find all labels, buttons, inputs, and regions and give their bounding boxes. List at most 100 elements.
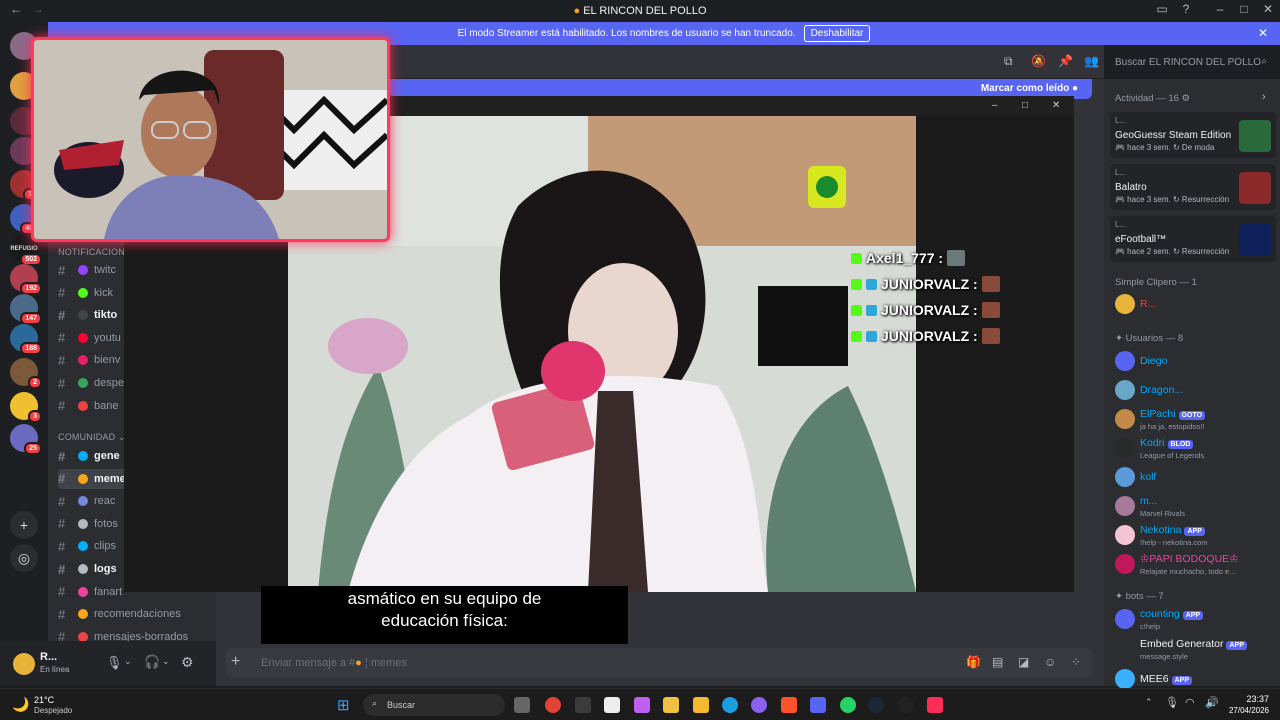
close-window-icon[interactable]: ✕	[1256, 2, 1280, 16]
activity-card[interactable]: L... GeoGuessr Steam Edition 🎮 hace 3 sem.…	[1110, 112, 1276, 158]
threads-icon[interactable]: ⧉	[1004, 54, 1013, 69]
member-tag: APP	[1182, 611, 1204, 620]
windows-start-icon[interactable]: ⊞	[337, 696, 350, 714]
edge-icon[interactable]	[722, 697, 738, 713]
user-avatar[interactable]	[13, 653, 35, 675]
channel-label: fanart	[94, 585, 123, 598]
member-item[interactable]: Embed Generator APP message.style	[1115, 637, 1277, 661]
member-item[interactable]: Kodri BLOD League of Legends	[1115, 436, 1277, 460]
member-name-text: Kodri	[1140, 437, 1165, 449]
member-item[interactable]: Dragon...	[1115, 378, 1277, 402]
video-minimize-icon[interactable]: –	[992, 100, 998, 111]
group-header-clipero: Simple Clipero — 1	[1115, 277, 1197, 288]
hash-icon: #	[58, 307, 66, 323]
avatar	[1115, 467, 1135, 487]
binance-icon[interactable]	[693, 697, 709, 713]
discord-icon[interactable]	[810, 697, 826, 713]
task-view-icon[interactable]	[514, 697, 530, 713]
file-explorer-icon[interactable]	[663, 697, 679, 713]
add-server-button[interactable]: +	[10, 511, 38, 539]
microphone-icon[interactable]: 🎙	[106, 655, 123, 671]
search-input[interactable]: Buscar EL RINCON DEL POLLO ⌕	[1108, 52, 1274, 74]
gif-icon[interactable]: ▤	[992, 655, 1003, 669]
video-maximize-icon[interactable]: □	[1022, 100, 1028, 111]
hash-icon: #	[58, 493, 66, 509]
gift-icon[interactable]: 🎁	[966, 655, 981, 669]
notes-icon[interactable]	[604, 697, 620, 713]
server-icon[interactable]: 2	[10, 358, 42, 389]
emote-icon	[981, 302, 1000, 318]
whatsapp-icon[interactable]	[840, 697, 856, 713]
mention-badge: 3	[28, 410, 42, 423]
member-name: counting APP	[1140, 608, 1204, 620]
app-icon[interactable]	[575, 697, 591, 713]
member-item[interactable]: ♔PAPI BODOQUE♔ Relajate muchacho, todo e.…	[1115, 552, 1277, 576]
settings-gear-icon[interactable]: ⚙	[181, 654, 194, 671]
browser-icon[interactable]	[751, 697, 767, 713]
steam-icon[interactable]	[868, 697, 884, 713]
member-item[interactable]: m... Marvel Rivals	[1115, 494, 1277, 518]
banner-close-icon[interactable]: ✕	[1258, 26, 1268, 40]
brave-icon[interactable]	[781, 697, 797, 713]
settings-small-icon[interactable]: ⚙	[1182, 93, 1191, 104]
server-icon[interactable]: 3	[10, 392, 42, 423]
message-composer[interactable]: + Enviar mensaje a #● ¦ memes 🎁 ▤ ◪ ☺ ⁘	[226, 648, 1092, 678]
taskbar-search[interactable]: ⌕ Buscar	[363, 694, 505, 716]
activity-meta: 🎮 hace 2 sem. ↻ Resurrección	[1115, 247, 1230, 256]
attach-plus-icon[interactable]: +	[231, 653, 240, 671]
member-name-text: kolf	[1140, 471, 1157, 483]
sticker-icon[interactable]: ◪	[1018, 655, 1029, 669]
headphones-icon[interactable]: 🎧	[144, 654, 160, 670]
star-icon: ✦	[1115, 333, 1123, 344]
member-status: ja ha ja, estupidos!!	[1140, 422, 1205, 431]
server-icon[interactable]: 25	[10, 424, 42, 455]
member-item[interactable]: R...	[1115, 292, 1277, 316]
activity-card[interactable]: L... eFootball™ 🎮 hace 2 sem. ↻ Resurrecci…	[1110, 216, 1276, 262]
category-comunidad[interactable]: COMUNIDAD ⌄	[58, 432, 126, 443]
group-header-usuarios: ✦ Usuarios — 8	[1115, 333, 1183, 344]
member-item[interactable]: ElPachi GOTO ja ha ja, estupidos!!	[1115, 407, 1277, 431]
member-item[interactable]: Nekotina APP !help - nekotina.com	[1115, 523, 1277, 547]
apps-icon[interactable]: ⁘	[1071, 655, 1081, 669]
overlay-chat-user: Axel1_777 :	[866, 250, 944, 266]
tray-mic-icon[interactable]: 🎙	[1165, 696, 1179, 709]
member-item[interactable]: Diego	[1115, 349, 1277, 373]
channel-item-recomendaciones[interactable]: # recomendaciones	[58, 604, 208, 624]
member-item[interactable]: counting APP c!help	[1115, 607, 1277, 631]
member-name: ♔PAPI BODOQUE♔	[1140, 553, 1239, 565]
mention-badge: 2	[28, 376, 42, 389]
activity-card[interactable]: L... Balatro 🎮 hace 3 sem. ↻ Resurrección	[1110, 164, 1276, 210]
member-item[interactable]: kolf	[1115, 465, 1277, 489]
help-icon[interactable]: ?	[1174, 2, 1198, 16]
disable-streamer-button[interactable]: Deshabilitar	[803, 25, 871, 42]
tray-network-icon[interactable]: ◠	[1185, 696, 1195, 709]
emoji-icon[interactable]: ☺	[1044, 655, 1056, 669]
maximize-icon[interactable]: □	[1232, 2, 1256, 16]
video-close-icon[interactable]: ✕	[1052, 100, 1060, 111]
windows-taskbar: 🌙 21°C Despejado ⊞ ⌕ Buscar ⌃ 🎙 ◠ 🔊 23:3…	[0, 688, 1280, 720]
server-icon[interactable]: 188	[10, 324, 42, 355]
inbox-icon[interactable]: ▭	[1150, 2, 1174, 16]
server-icon[interactable]: 147	[10, 294, 42, 325]
tiktok-icon[interactable]	[927, 697, 943, 713]
copilot-icon[interactable]	[634, 697, 650, 713]
mention-badge: 25	[24, 442, 42, 455]
discover-button[interactable]: ◎	[10, 544, 38, 572]
mic-chevron-icon[interactable]: ⌄	[124, 656, 132, 667]
obs-icon[interactable]	[898, 697, 914, 713]
mark-read-button[interactable]: Marcar como leído ●	[981, 83, 1078, 94]
member-status: message.style	[1140, 652, 1188, 661]
notifications-muted-icon[interactable]: 🔕	[1031, 54, 1046, 68]
activity-meta: 🎮 hace 3 sem. ↻ De moda	[1115, 143, 1215, 152]
pin-icon[interactable]: 📌	[1058, 54, 1073, 68]
chevron-right-icon[interactable]: ›	[1262, 91, 1266, 103]
headphones-chevron-icon[interactable]: ⌄	[162, 656, 170, 667]
member-name: Kodri BLOD	[1140, 437, 1194, 449]
chrome-icon[interactable]	[545, 697, 561, 713]
member-list-icon[interactable]: 👥	[1084, 54, 1099, 68]
minimize-icon[interactable]: –	[1208, 2, 1232, 16]
server-icon[interactable]: 192	[10, 264, 42, 295]
avatar	[1115, 351, 1135, 371]
tray-chevron-icon[interactable]: ⌃	[1145, 697, 1153, 708]
member-name-text: ♔PAPI BODOQUE♔	[1140, 553, 1239, 565]
